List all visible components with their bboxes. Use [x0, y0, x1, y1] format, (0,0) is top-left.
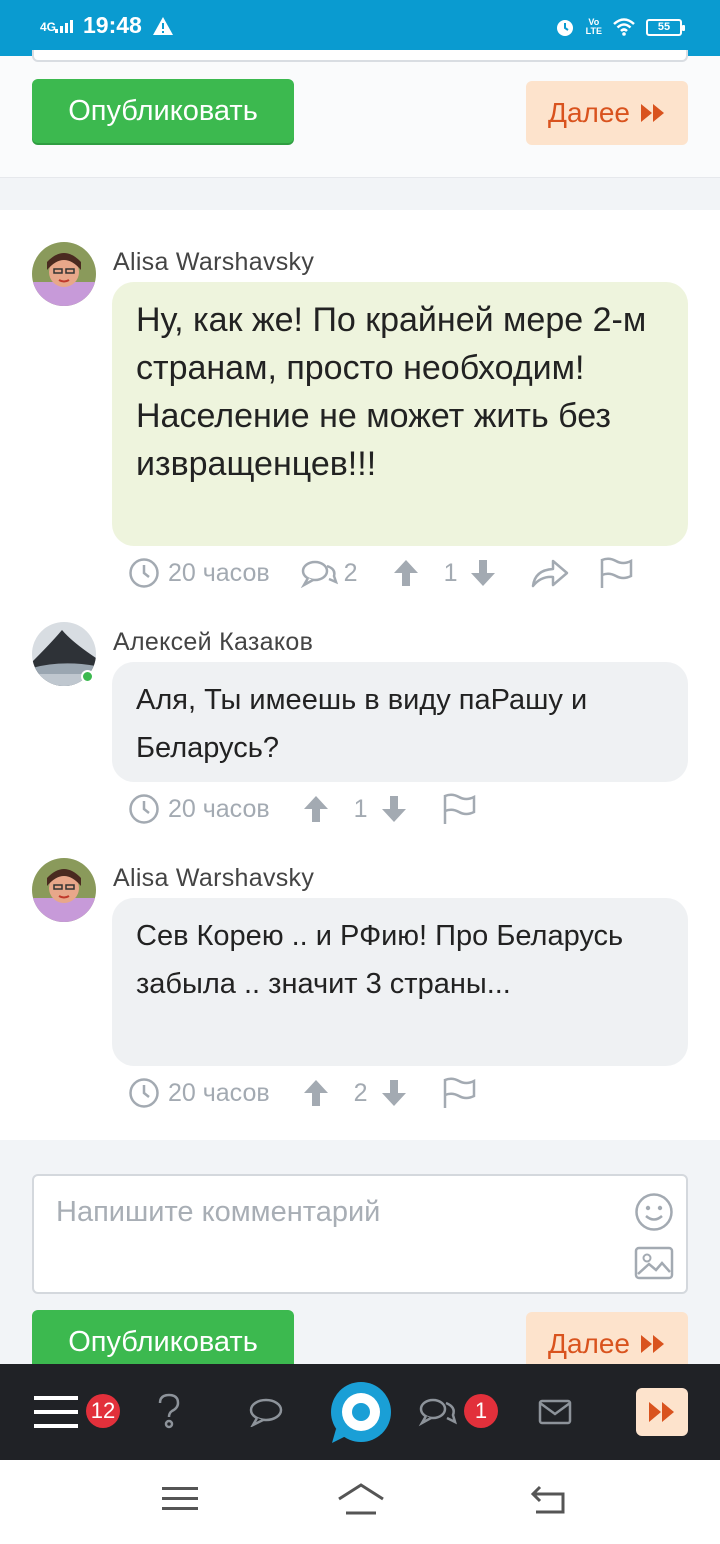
- battery-indicator: 55: [646, 18, 685, 36]
- top-composer-card: Опубликовать Далее: [0, 50, 720, 178]
- help-button[interactable]: [156, 1364, 182, 1460]
- status-bar: 4G 19:48 Vo LTE 55: [0, 0, 720, 56]
- signal-icon: [55, 19, 74, 33]
- alarm-icon: [556, 20, 573, 36]
- avatar[interactable]: [32, 242, 96, 306]
- flag-icon[interactable]: [442, 793, 476, 825]
- question-icon: [158, 1393, 180, 1429]
- clock-time: 19:48: [83, 12, 142, 38]
- smile-icon[interactable]: [634, 1192, 674, 1232]
- comment-author[interactable]: Alisa Warshavsky: [113, 864, 314, 893]
- arrow-down-icon[interactable]: [380, 794, 408, 824]
- next-nav-button[interactable]: [636, 1388, 688, 1436]
- app-bottom-nav: 12 1: [0, 1364, 720, 1460]
- fast-forward-icon: [649, 1402, 674, 1422]
- arrow-down-icon[interactable]: [380, 1078, 408, 1108]
- vote-count: 1: [353, 794, 368, 823]
- home-icon[interactable]: [336, 1482, 386, 1516]
- arrow-down-icon[interactable]: [469, 558, 497, 588]
- network-indicator: 4G: [40, 19, 74, 34]
- fast-forward-icon: [641, 104, 665, 122]
- mail-button[interactable]: [538, 1364, 572, 1460]
- image-icon[interactable]: [634, 1246, 674, 1280]
- comment-meta: 20 часов 1: [128, 791, 476, 827]
- publish-button-label: Опубликовать: [68, 94, 258, 127]
- recent-apps-icon[interactable]: [162, 1484, 198, 1514]
- share-icon[interactable]: [531, 558, 569, 588]
- comment-author[interactable]: Алексей Казаков: [113, 628, 313, 657]
- back-icon[interactable]: [530, 1484, 568, 1516]
- next-button-label: Далее: [547, 97, 631, 128]
- avatar[interactable]: [32, 858, 96, 922]
- arrow-up-icon[interactable]: [302, 794, 330, 824]
- comment-time: 20 часов: [168, 794, 270, 823]
- comments-icon: [418, 1398, 457, 1427]
- flag-icon[interactable]: [599, 557, 633, 589]
- comment-meta: 20 часов 2 1: [128, 555, 633, 591]
- wifi-icon: [613, 18, 635, 36]
- next-button-label: Далее: [547, 1328, 631, 1359]
- vote-count: 1: [443, 558, 458, 587]
- comment-author[interactable]: Alisa Warshavsky: [113, 248, 314, 277]
- warning-icon: [152, 16, 173, 35]
- comments-list: Alisa Warshavsky Ну, как же! По крайней …: [0, 210, 720, 1140]
- publish-button-label: Опубликовать: [68, 1325, 258, 1358]
- menu-button[interactable]: [34, 1364, 78, 1460]
- next-button[interactable]: Далее: [526, 81, 688, 145]
- home-logo-button[interactable]: [328, 1364, 394, 1460]
- clock-icon: [129, 794, 159, 824]
- comment-text: Аля, Ты имеешь в виду паРашу и Беларусь?: [112, 662, 688, 782]
- mail-icon: [538, 1399, 572, 1425]
- online-indicator: [81, 670, 94, 683]
- comment-placeholder: Напишите комментарий: [56, 1196, 381, 1228]
- menu-badge: 12: [86, 1394, 120, 1428]
- publish-button[interactable]: Опубликовать: [32, 79, 294, 143]
- volte-indicator: Vo LTE: [585, 17, 602, 36]
- clock-icon: [129, 1078, 159, 1108]
- chat-button[interactable]: [248, 1364, 284, 1460]
- arrow-up-icon[interactable]: [302, 1078, 330, 1108]
- fast-forward-icon: [641, 1335, 665, 1353]
- comment-time: 20 часов: [168, 558, 270, 587]
- comment-meta: 20 часов 2: [128, 1075, 476, 1111]
- arrow-up-icon[interactable]: [392, 558, 420, 588]
- network-type: 4G: [40, 19, 57, 34]
- comment-text: Ну, как же! По крайней мере 2-м странам,…: [112, 282, 688, 546]
- reply-count: 2: [343, 558, 358, 587]
- clock-icon: [129, 558, 159, 588]
- logo-icon: [331, 1382, 391, 1443]
- comment-time: 20 часов: [168, 1078, 270, 1107]
- comment-input[interactable]: Напишите комментарий: [32, 1174, 688, 1294]
- chat-icon: [249, 1398, 283, 1427]
- comments-icon[interactable]: [300, 558, 338, 588]
- discussions-badge: 1: [464, 1394, 498, 1428]
- vote-count: 2: [353, 1078, 368, 1107]
- discussions-button[interactable]: [418, 1364, 458, 1460]
- comment-input-edge[interactable]: [32, 50, 688, 62]
- comment-text: Сев Корею .. и РФию! Про Беларусь забыла…: [112, 898, 688, 1066]
- menu-icon: [34, 1396, 78, 1428]
- system-nav-bar: [0, 1460, 720, 1544]
- flag-icon[interactable]: [442, 1077, 476, 1109]
